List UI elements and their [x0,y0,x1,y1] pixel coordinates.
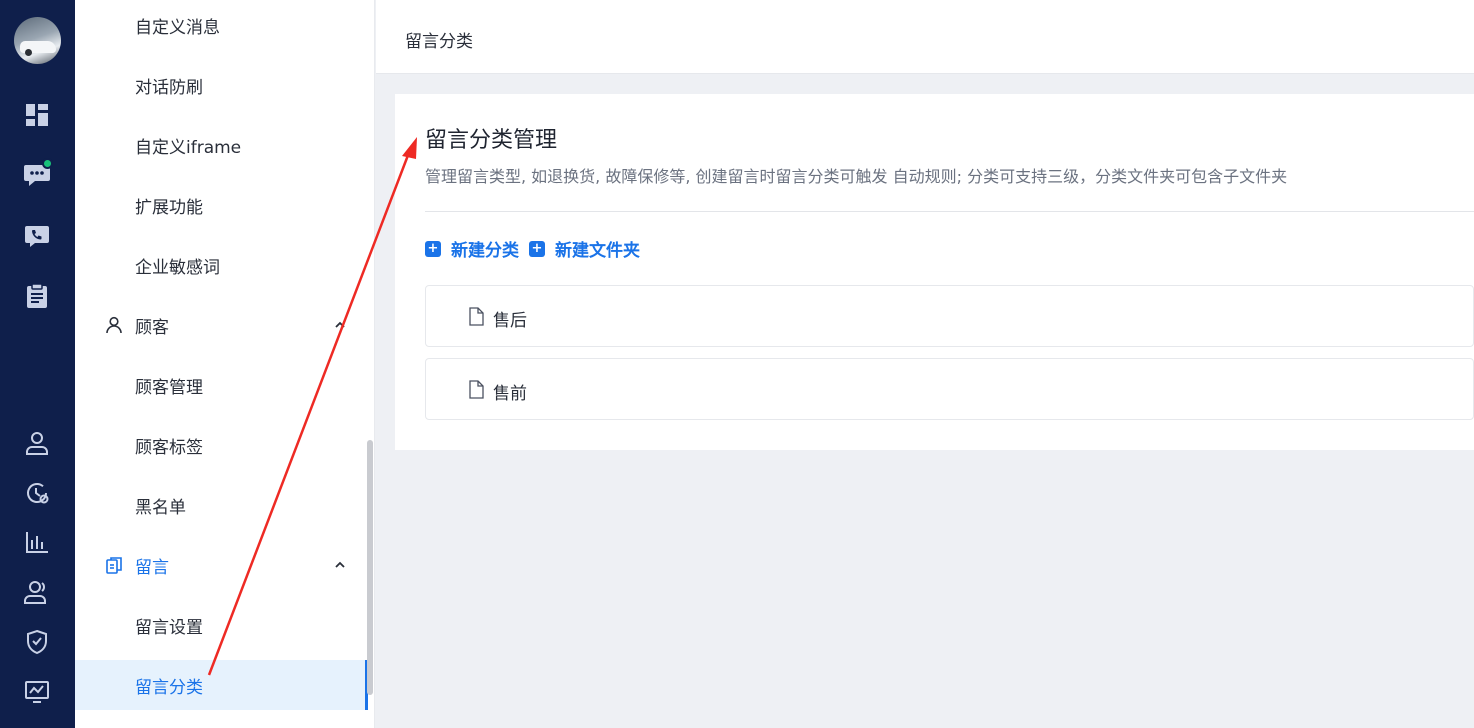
menu-item-label: 对话防刷 [135,77,203,98]
menu-item-label: 企业敏感词 [135,257,220,278]
menu-item-extensions[interactable]: 扩展功能 [75,180,367,230]
card-description: 管理留言类型, 如退换货, 故障保修等, 创建留言时留言分类可触发 自动规则; … [425,167,1288,186]
page-header: 留言分类 [376,0,1474,74]
clipboard-icon[interactable] [23,282,51,310]
category-management-card: 留言分类管理 管理留言类型, 如退换货, 故障保修等, 创建留言时留言分类可触发… [395,94,1474,450]
menu-item-custom-message[interactable]: 自定义消息 [75,0,367,50]
new-folder-button[interactable]: + 新建文件夹 [529,236,640,261]
menu-item-anti-spam[interactable]: 对话防刷 [75,60,367,110]
monitor-chart-icon[interactable] [23,678,51,706]
menu-group-messages[interactable]: 留言 [75,540,367,590]
new-folder-label: 新建文件夹 [555,241,640,261]
menu-item-label: 自定义消息 [135,17,220,38]
new-category-label: 新建分类 [451,241,519,261]
avatar[interactable] [14,17,61,64]
menu-item-label: 黑名单 [135,497,186,518]
user-icon[interactable] [23,429,51,457]
file-icon [469,380,484,399]
plus-icon: + [425,240,441,257]
shield-icon[interactable] [23,628,51,656]
menu-item-sensitive-words[interactable]: 企业敏感词 [75,240,367,290]
card-actions: + 新建分类 + 新建文件夹 [425,236,650,261]
menu-item-custom-iframe[interactable]: 自定义iframe [75,120,367,170]
menu-item-customer-tags[interactable]: 顾客标签 [75,420,367,470]
settings-submenu: 自定义消息 对话防刷 自定义iframe 扩展功能 企业敏感词 顾客 顾客管理 … [75,0,375,728]
menu-group-customer[interactable]: 顾客 [75,300,367,350]
category-label: 售后 [493,311,527,331]
app-root: 自定义消息 对话防刷 自定义iframe 扩展功能 企业敏感词 顾客 顾客管理 … [0,0,1474,728]
menu-item-label: 留言分类 [135,677,203,698]
menu-item-label: 留言设置 [135,617,203,638]
menu-group-label: 留言 [135,557,169,578]
menu-item-message-categories[interactable]: 留言分类 [75,660,368,710]
card-heading: 留言分类管理 [425,128,558,153]
chevron-up-icon [335,321,345,328]
message-copy-icon [106,557,122,574]
menu-item-message-settings[interactable]: 留言设置 [75,600,367,650]
menu-item-customer-management[interactable]: 顾客管理 [75,360,367,410]
menu-item-blacklist[interactable]: 黑名单 [75,480,367,530]
new-category-button[interactable]: + 新建分类 [425,236,519,261]
menu-group-label: 顾客 [135,317,169,338]
chat-icon[interactable] [23,158,53,189]
divider [425,211,1474,212]
category-label: 售前 [493,384,527,404]
customer-icon [106,316,122,334]
history-icon[interactable] [23,479,51,507]
file-icon [469,307,484,326]
bar-chart-icon[interactable] [23,528,51,556]
menu-item-label: 顾客管理 [135,377,203,398]
submenu-scrollbar[interactable] [367,440,373,695]
dashboard-icon[interactable] [23,101,51,129]
icon-rail [0,0,75,728]
chevron-up-icon [335,561,345,568]
category-row[interactable]: 售前 [425,358,1474,420]
category-row[interactable]: 售后 [425,285,1474,347]
page-title: 留言分类 [405,32,473,52]
plus-icon: + [529,240,545,257]
menu-item-label: 扩展功能 [135,197,203,218]
online-status-dot [42,158,53,169]
team-icon[interactable] [23,578,51,606]
menu-item-label: 顾客标签 [135,437,203,458]
menu-item-label: 自定义iframe [135,137,242,158]
phone-icon[interactable] [23,222,51,250]
